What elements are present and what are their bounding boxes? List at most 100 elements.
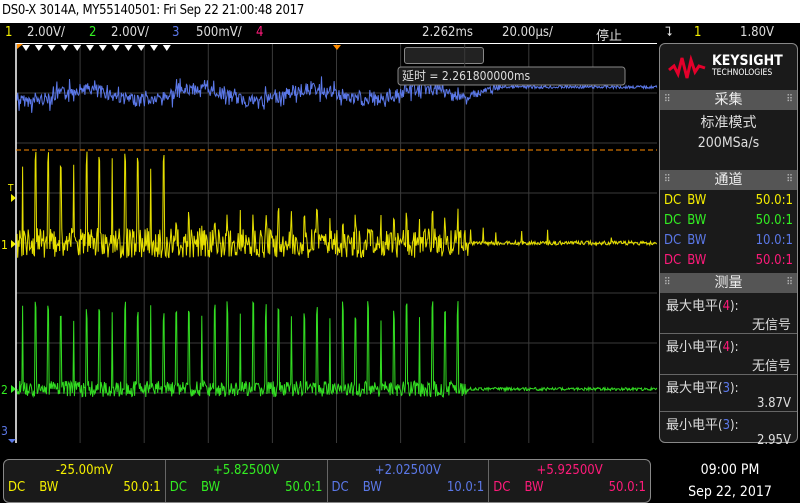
coupling: DC [664, 213, 682, 228]
channel-offset: +5.92500V [536, 463, 603, 478]
channel-2-offset-cell[interactable]: +5.82500V DC BW 50.0:1 [166, 460, 328, 502]
ch3-ground-marker[interactable]: 3 [1, 424, 8, 438]
acq-mode: 标准模式 [700, 115, 757, 131]
measurement-item[interactable]: 最小电平(3): 2.95V [660, 412, 797, 448]
clock-time: 09:00 PM [700, 462, 760, 478]
coupling: DC [493, 480, 511, 495]
trigger-marker: T [7, 183, 14, 194]
coupling: DC [664, 193, 682, 208]
acquisition-header[interactable]: 采集 [660, 90, 797, 110]
channel-1-offset-cell[interactable]: -25.00mV DC BW 50.0:1 [4, 460, 166, 502]
channel-row-4[interactable]: DC BW 50.0:1 [660, 251, 797, 271]
probe-ratio: 10.0:1 [446, 480, 485, 495]
measurements-header[interactable]: 测量 [660, 273, 797, 293]
coupling: DC [8, 480, 26, 495]
measurement-channel: 3 [722, 381, 731, 396]
measurement-channel: 4 [722, 340, 731, 355]
segment-marker-icon [47, 45, 56, 51]
channel-row-2[interactable]: DC BW 50.0:1 [660, 211, 797, 231]
channel-4-offset-cell[interactable]: +5.92500V DC BW 50.0:1 [489, 460, 650, 502]
acquisition-section: 标准模式 200MSa/s [660, 110, 797, 170]
ch1-scale[interactable]: 2.00V/ [27, 25, 65, 40]
segment-marker-icon [22, 45, 30, 51]
run-state[interactable]: 停止 [596, 25, 622, 44]
ch4-number[interactable]: 4 [256, 25, 263, 40]
measurement-channel: 4 [722, 299, 731, 314]
measurement-value: 3.87V [756, 396, 791, 411]
bw-limit: BW [39, 480, 59, 495]
probe-ratio: 50.0:1 [123, 480, 161, 495]
ch2-ground-marker[interactable]: 2 [1, 383, 8, 397]
channel-list: DC BW 50.0:1 DC BW 50.0:1 DC BW 10.0:1 DC BW 50.0:1 [660, 190, 797, 271]
clock-date: Sep 22, 2017 [688, 484, 772, 500]
segment-marker-icon [111, 45, 120, 51]
probe-ratio: 10.0:1 [755, 233, 793, 248]
ch3-scale[interactable]: 500mV/ [196, 25, 242, 40]
coupling: DC [169, 480, 187, 495]
channel-row-3[interactable]: DC BW 10.0:1 [660, 231, 797, 251]
bw-limit: BW [687, 213, 707, 228]
bw-limit: BW [524, 480, 544, 495]
measurement-value: 2.95V [756, 433, 791, 448]
channels-header[interactable]: 通道 [660, 170, 797, 190]
measurement-value: 无信号 [751, 318, 791, 333]
measurement-label: 最小电平( [666, 340, 723, 355]
measurement-label-end: ): [730, 340, 739, 355]
bw-limit: BW [687, 253, 707, 268]
probe-ratio: 50.0:1 [608, 480, 646, 495]
ch2-number[interactable]: 2 [89, 25, 96, 40]
ch1-ground-marker[interactable]: 1 [1, 238, 8, 252]
measurement-item[interactable]: 最大电平(3): 3.87V [660, 375, 797, 412]
measurement-list: 最大电平(4): 无信号 最小电平(4): 无信号 最大电平(3): 3.87V 最小电平(… [660, 293, 797, 448]
segment-marker-icon [86, 45, 94, 51]
segment-marker-icon [150, 45, 158, 51]
waveform-display[interactable]: 延时 = 2.261800000ms T 1 2 3 [0, 43, 660, 443]
brand-name: KEYSIGHT [712, 53, 783, 69]
measurement-label: 最大电平( [666, 299, 723, 314]
ch3-number[interactable]: 3 [172, 25, 179, 40]
measurement-item[interactable]: 最小电平(4): 无信号 [660, 334, 797, 375]
channel-row-1[interactable]: DC BW 50.0:1 [660, 191, 797, 211]
sample-rate: 200MSa/s [697, 135, 760, 151]
segment-marker-icon [162, 45, 171, 51]
keysight-wave-icon [668, 54, 706, 79]
bw-limit: BW [687, 193, 707, 208]
ch2-scale[interactable]: 2.00V/ [111, 25, 149, 40]
measurement-label: 最大电平( [666, 381, 723, 396]
measurement-label: 最小电平( [666, 418, 723, 433]
trigger-level[interactable]: 1.80V [740, 25, 774, 40]
clock: 09:00 PM Sep 22, 2017 [660, 459, 800, 503]
timebase-scale[interactable]: 20.00µs/ [502, 25, 553, 40]
segment-marker-icon [98, 45, 107, 51]
segment-marker-icon [34, 45, 43, 51]
channel-offset: +2.02500V [374, 463, 441, 478]
coupling: DC [331, 480, 349, 495]
bw-limit: BW [200, 480, 221, 495]
channel-offset-bar: -25.00mV DC BW 50.0:1 +5.82500V DC BW 50.0:1 +2.… [3, 459, 651, 503]
segment-marker-icon [60, 45, 69, 51]
measurement-label-end: ): [730, 381, 739, 396]
ch3-offscreen-arrow-icon [8, 439, 16, 443]
measurement-label-end: ): [730, 418, 739, 433]
probe-ratio: 50.0:1 [755, 193, 793, 208]
probe-ratio: 50.0:1 [755, 253, 793, 268]
segment-markers [22, 45, 171, 51]
ref-marker [17, 44, 23, 49]
delay-value[interactable]: 2.262ms [422, 25, 473, 40]
channel-3-offset-cell[interactable]: +2.02500V DC BW 10.0:1 [328, 460, 490, 502]
coupling: DC [664, 253, 682, 268]
probe-ratio: 50.0:1 [285, 480, 323, 495]
channel-offset: -25.00mV [55, 463, 113, 478]
delay-readout: 延时 = 2.261800000ms [402, 69, 531, 83]
probe-ratio: 50.0:1 [755, 213, 793, 228]
brand-subtitle: TECHNOLOGIES [712, 68, 773, 78]
bw-limit: BW [362, 480, 382, 495]
measurement-item[interactable]: 最大电平(4): 无信号 [660, 293, 797, 334]
channel-scale-bar: 1 2.00V/ 2 2.00V/ 3 500mV/ 4 2.262ms 20.… [0, 23, 800, 64]
channel-offset: +5.82500V [213, 463, 280, 478]
segment-marker-icon [124, 45, 133, 51]
keysight-logo: KEYSIGHT TECHNOLOGIES [660, 44, 797, 90]
trigger-source[interactable]: 1 [694, 25, 701, 40]
trigger-position-marker [333, 45, 341, 50]
ch1-number[interactable]: 1 [5, 25, 12, 40]
